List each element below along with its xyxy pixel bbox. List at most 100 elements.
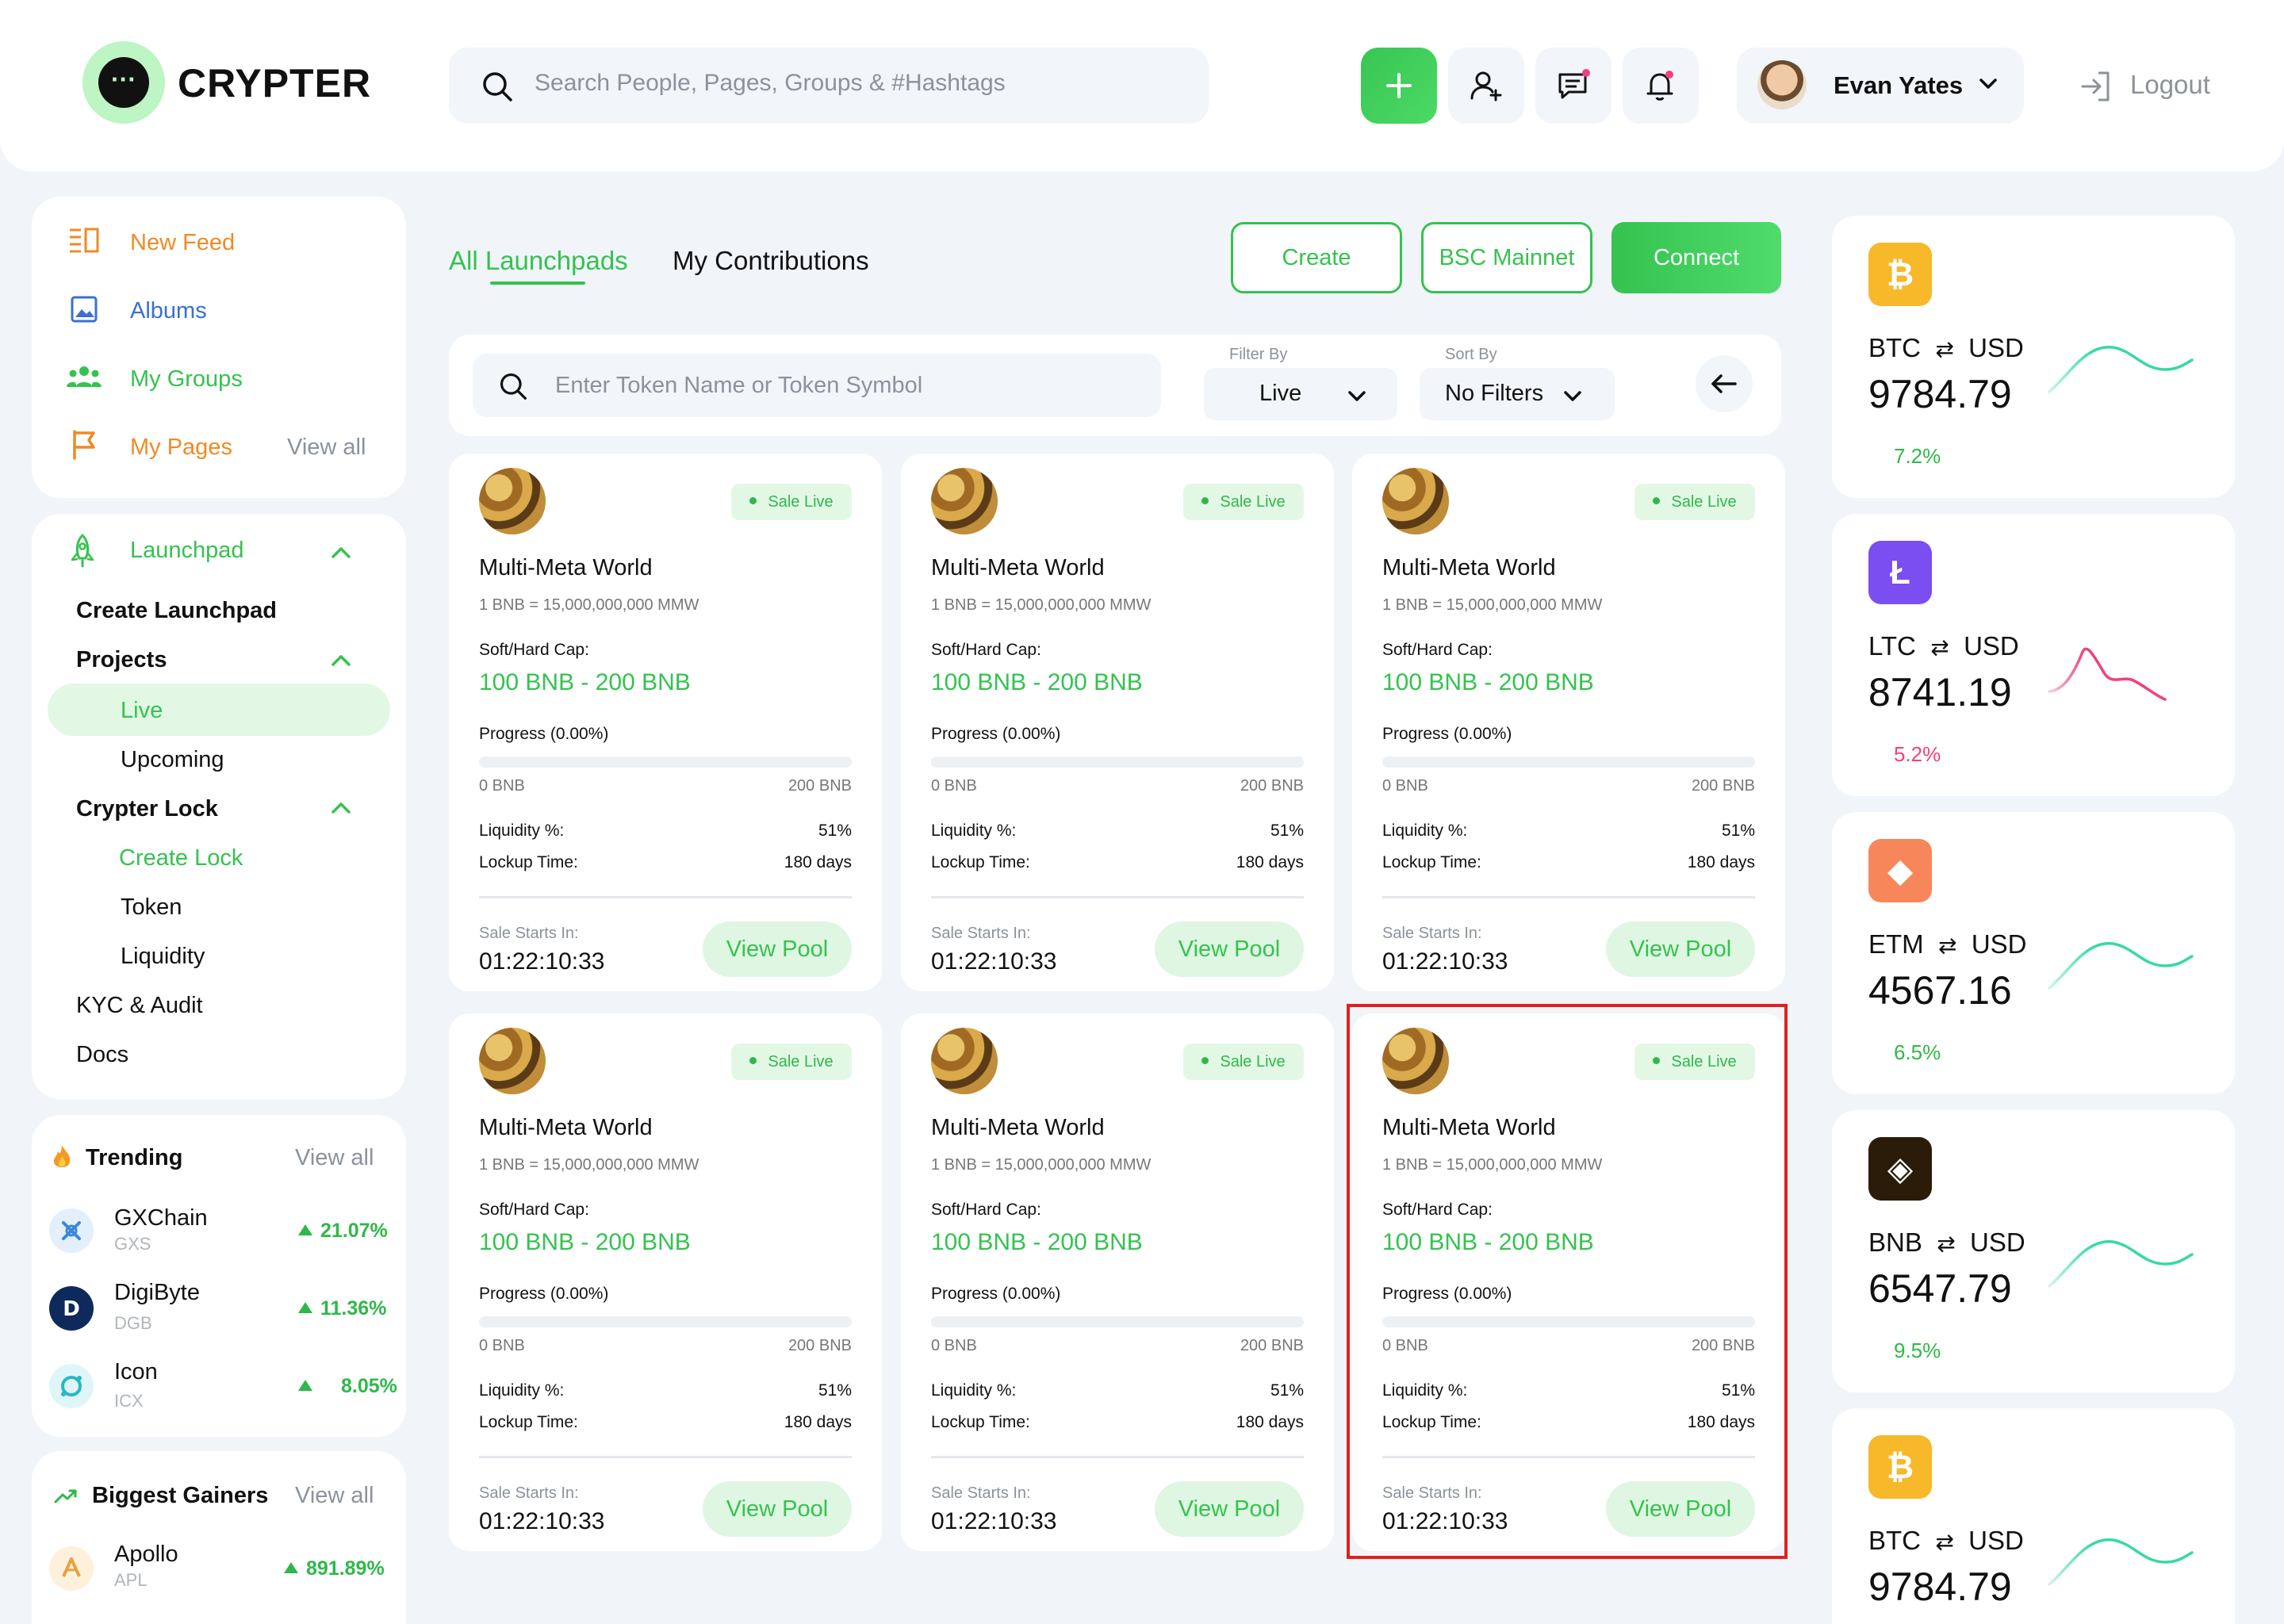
view-pool-button[interactable]: View Pool: [703, 921, 852, 977]
progress-label: Progress (0.00%): [931, 725, 1061, 743]
view-all-pages-link[interactable]: View all: [287, 435, 366, 461]
nav-crypter-lock[interactable]: Crypter Lock: [76, 796, 218, 822]
trending-view-all-link[interactable]: View all: [295, 1145, 374, 1171]
cap-value: 100 BNB - 200 BNB: [931, 1229, 1143, 1255]
icon-coin-icon: [49, 1364, 94, 1408]
pool-rate: 1 BNB = 15,000,000,000 MMW: [931, 1156, 1152, 1174]
live-dot-icon: [749, 497, 757, 505]
logo-mark: ···: [98, 57, 149, 108]
notifications-button[interactable]: [1623, 48, 1699, 124]
nav-token[interactable]: Token: [121, 894, 182, 921]
chevron-down-icon: [1979, 79, 1997, 89]
live-dot-icon: [749, 1057, 757, 1065]
top-header: ··· CRYPTER Search People, Pages, Groups…: [0, 0, 2284, 171]
countdown-timer: 01:22:10:33: [931, 948, 1057, 975]
connect-wallet-button[interactable]: Connect: [1611, 222, 1781, 293]
ticker-card[interactable]: ◈ BNB ⇄ USD 6547.79 9.5%: [1832, 1110, 2235, 1467]
view-pool-button[interactable]: View Pool: [703, 1481, 852, 1537]
progress-label: Progress (0.00%): [479, 725, 609, 743]
progress-max: 200 BNB: [788, 1337, 852, 1354]
svg-text:D: D: [63, 1297, 80, 1321]
nav-live[interactable]: Live: [121, 698, 163, 724]
trend-name: DigiByte: [114, 1280, 200, 1305]
logo-text[interactable]: CRYPTER: [178, 60, 371, 106]
status-badge: Sale Live: [1183, 1044, 1304, 1080]
lockup-label: Lockup Time:: [1382, 853, 1481, 871]
nav-create-lock[interactable]: Create Lock: [119, 845, 243, 871]
pool-card[interactable]: Sale Live Multi-Meta World 1 BNB = 15,00…: [449, 454, 882, 991]
tab-all-launchpads[interactable]: All Launchpads: [449, 246, 628, 276]
triangle-up-icon: [284, 1562, 298, 1573]
pool-card[interactable]: Sale Live Multi-Meta World 1 BNB = 15,00…: [901, 1013, 1334, 1551]
trending-title: Trending: [86, 1145, 183, 1170]
pool-card[interactable]: Sale Live Multi-Meta World 1 BNB = 15,00…: [1352, 454, 1785, 991]
ticker-card[interactable]: ₿ BTC ⇄ USD 9784.79: [1832, 1408, 2235, 1624]
status-badge-label: Sale Live: [768, 1053, 834, 1071]
lockup-label: Lockup Time:: [931, 1413, 1030, 1431]
chevron-up-icon[interactable]: [330, 546, 352, 560]
add-friend-button[interactable]: [1448, 48, 1524, 124]
nav-new-feed[interactable]: New Feed: [130, 230, 235, 256]
nav-my-groups[interactable]: My Groups: [130, 366, 243, 393]
avatar: [1757, 60, 1807, 109]
filter-value: Live: [1259, 381, 1302, 406]
progress-min: 0 BNB: [479, 777, 525, 795]
bell-icon: [1646, 71, 1673, 101]
view-pool-button[interactable]: View Pool: [1155, 1481, 1304, 1537]
liquidity-label: Liquidity %:: [1382, 822, 1468, 840]
messages-button[interactable]: [1535, 48, 1611, 124]
live-dot-icon: [1201, 1057, 1209, 1065]
token-thumbnail: [931, 1028, 998, 1094]
add-button[interactable]: [1361, 48, 1437, 124]
nav-albums[interactable]: Albums: [130, 298, 207, 324]
trend-change: 8.05%: [341, 1375, 397, 1397]
token-thumbnail: [479, 468, 546, 534]
view-pool-button[interactable]: View Pool: [1155, 921, 1304, 977]
progress-min: 0 BNB: [931, 1337, 977, 1354]
progress-label: Progress (0.00%): [479, 1285, 609, 1303]
nav-docs[interactable]: Docs: [76, 1042, 128, 1068]
view-pool-button[interactable]: View Pool: [1606, 921, 1755, 977]
sparkline: [2048, 942, 2194, 990]
nav-create-launchpad[interactable]: Create Launchpad: [76, 598, 277, 624]
currency-pair: BTC ⇄ USD: [1868, 1526, 2024, 1556]
pool-card[interactable]: Sale Live Multi-Meta World 1 BNB = 15,00…: [449, 1013, 882, 1551]
nav-my-pages[interactable]: My Pages: [130, 435, 232, 461]
liquidity-value: 51%: [818, 822, 852, 840]
chevron-up-icon[interactable]: [330, 653, 352, 668]
network-button[interactable]: BSC Mainnet: [1421, 222, 1592, 293]
progress-bar: [931, 1316, 1304, 1327]
nav-projects[interactable]: Projects: [76, 647, 167, 673]
create-button[interactable]: Create: [1231, 222, 1402, 293]
pool-name: Multi-Meta World: [1382, 555, 1556, 580]
liquidity-value: 51%: [1270, 822, 1304, 840]
pool-card[interactable]: Sale Live Multi-Meta World 1 BNB = 15,00…: [901, 454, 1334, 991]
back-button[interactable]: [1696, 355, 1753, 412]
ticker-card[interactable]: ₿ BTC ⇄ USD 9784.79 7.2%: [1832, 216, 2235, 573]
nav-live-active[interactable]: [48, 684, 390, 736]
trend-name: GXChain: [114, 1205, 208, 1231]
ticker-card[interactable]: ◆ ETM ⇄ USD 4567.16 6.5%: [1832, 812, 2235, 1169]
logout-button[interactable]: Logout: [2130, 70, 2210, 100]
logout-icon[interactable]: [2078, 68, 2114, 105]
nav-liquidity[interactable]: Liquidity: [121, 944, 205, 970]
chevron-up-icon[interactable]: [330, 801, 352, 815]
gainers-view-all-link[interactable]: View all: [295, 1483, 374, 1509]
ticker-change: 6.5%: [1894, 1040, 1941, 1064]
pool-name: Multi-Meta World: [479, 1115, 653, 1140]
status-badge-label: Sale Live: [768, 493, 834, 511]
chevron-down-icon: [1348, 391, 1366, 401]
ticker-card[interactable]: Ł LTC ⇄ USD 8741.19 5.2%: [1832, 514, 2235, 871]
nav-upcoming[interactable]: Upcoming: [121, 747, 224, 773]
cap-value: 100 BNB - 200 BNB: [1382, 669, 1594, 695]
ltc-coin-icon: Ł: [1868, 541, 1932, 604]
tab-my-contributions[interactable]: My Contributions: [673, 246, 869, 276]
live-dot-icon: [1653, 497, 1661, 505]
nav-kyc-audit[interactable]: KYC & Audit: [76, 993, 203, 1019]
countdown-timer: 01:22:10:33: [931, 1508, 1057, 1534]
quote-currency: USD: [1971, 929, 2027, 959]
ticker-price: 8741.19: [1868, 670, 2012, 714]
liquidity-value: 51%: [1270, 1381, 1304, 1400]
launchpad-section-toggle[interactable]: Launchpad: [130, 538, 244, 564]
sale-starts-label: Sale Starts In:: [1382, 925, 1482, 942]
